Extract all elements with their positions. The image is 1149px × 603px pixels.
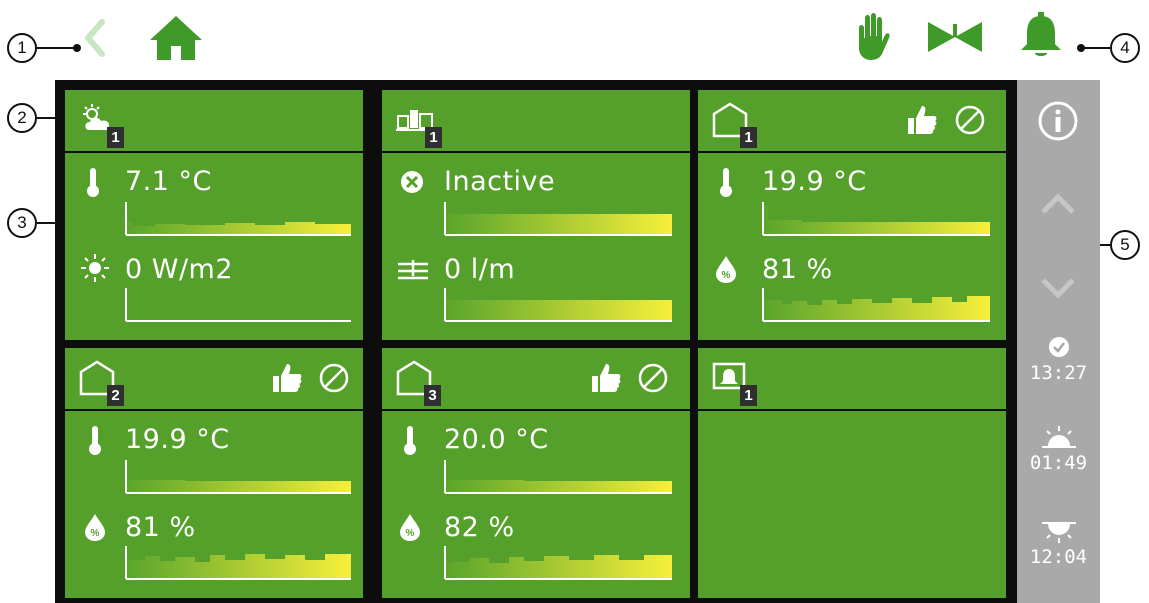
side-panel: 13:27 01:49 12:04 bbox=[1017, 80, 1100, 603]
valve-icon[interactable] bbox=[926, 18, 984, 56]
tile-badge: 1 bbox=[740, 127, 757, 148]
inactive-x-icon bbox=[401, 171, 423, 193]
tile-divider bbox=[65, 151, 363, 153]
humidity-icon: % bbox=[400, 514, 420, 541]
sunset-icon bbox=[1042, 522, 1076, 543]
humidity-value: 81 % bbox=[125, 512, 196, 543]
svg-text:%: % bbox=[91, 528, 100, 539]
humidity-sparkline bbox=[125, 546, 351, 580]
sunrise-icon bbox=[1042, 426, 1076, 448]
tile-header: 2 bbox=[65, 348, 363, 408]
flow-sparkline bbox=[444, 288, 672, 322]
callout-3: 3 bbox=[7, 208, 37, 238]
tile-badge: 3 bbox=[424, 385, 441, 406]
tile-header: 1 bbox=[65, 90, 363, 150]
tile-badge: 2 bbox=[107, 385, 124, 406]
thumbs-up-icon[interactable] bbox=[590, 362, 622, 394]
tile-badge: 1 bbox=[425, 127, 442, 148]
temperature-value: 7.1 °C bbox=[125, 166, 212, 197]
svg-text:%: % bbox=[722, 270, 731, 281]
tile-irrigation[interactable]: 1 Inactive 0 l/m bbox=[382, 90, 690, 340]
temperature-value: 19.9 °C bbox=[762, 166, 867, 197]
thermometer-icon bbox=[89, 426, 101, 455]
svg-text:%: % bbox=[406, 528, 415, 539]
disabled-icon[interactable] bbox=[637, 362, 669, 394]
tile-greenhouse-1[interactable]: 1 19.9 °C % 81 % bbox=[698, 90, 1006, 340]
callout-2: 2 bbox=[7, 103, 37, 133]
tile-header: 3 bbox=[382, 348, 690, 408]
temperature-value: 19.9 °C bbox=[125, 424, 230, 455]
humidity-sparkline bbox=[762, 288, 990, 322]
thermometer-icon bbox=[720, 168, 732, 197]
tile-divider bbox=[382, 151, 690, 153]
radiation-value: 0 W/m2 bbox=[125, 254, 234, 285]
thumbs-up-icon[interactable] bbox=[906, 104, 938, 136]
bell-icon[interactable] bbox=[1016, 10, 1066, 60]
humidity-icon: % bbox=[716, 256, 736, 283]
tile-greenhouse-2[interactable]: 2 19.9 °C % 81 % bbox=[65, 348, 363, 598]
tile-weather[interactable]: 1 7.1 °C 0 W/m2 bbox=[65, 90, 363, 340]
clock-icon bbox=[1049, 337, 1069, 357]
thumbs-up-icon[interactable] bbox=[271, 362, 303, 394]
info-icon[interactable] bbox=[1037, 100, 1079, 142]
thermometer-icon bbox=[404, 426, 416, 455]
hand-icon[interactable] bbox=[852, 12, 890, 62]
flow-value: 0 l/m bbox=[444, 254, 516, 285]
callout-1: 1 bbox=[7, 33, 37, 63]
flow-icon bbox=[398, 260, 428, 280]
chevron-left-icon[interactable] bbox=[80, 18, 110, 58]
tile-divider bbox=[65, 409, 363, 411]
dashboard-frame: 1 7.1 °C 0 W/m2 1 Inactive 0 l/m 1 19.9 … bbox=[55, 80, 1017, 603]
status-sparkline bbox=[444, 202, 672, 236]
home-icon[interactable] bbox=[148, 14, 204, 62]
humidity-value: 82 % bbox=[444, 512, 515, 543]
tile-badge: 1 bbox=[740, 385, 757, 406]
tile-header: 1 bbox=[698, 348, 1006, 408]
temperature-sparkline bbox=[125, 202, 351, 236]
tile-greenhouse-3[interactable]: 3 20.0 °C % 82 % bbox=[382, 348, 690, 598]
tile-divider bbox=[698, 409, 1006, 411]
disabled-icon[interactable] bbox=[954, 104, 986, 136]
chevron-up-icon[interactable] bbox=[1039, 192, 1077, 216]
temperature-value: 20.0 °C bbox=[444, 424, 549, 455]
humidity-sparkline bbox=[444, 546, 672, 580]
thermometer-icon bbox=[87, 168, 99, 197]
tile-header: 1 bbox=[698, 90, 1006, 150]
callout-1-leader bbox=[37, 47, 77, 49]
tile-alarm-screen[interactable]: 1 bbox=[698, 348, 1006, 598]
callout-5: 5 bbox=[1110, 230, 1140, 260]
disabled-icon[interactable] bbox=[318, 362, 350, 394]
temperature-sparkline bbox=[125, 460, 351, 494]
temperature-sparkline bbox=[762, 202, 990, 236]
callout-4-dot bbox=[1077, 44, 1085, 52]
tile-divider bbox=[698, 151, 1006, 153]
sunset-time: 12:04 bbox=[1029, 546, 1088, 568]
temperature-sparkline bbox=[444, 460, 672, 494]
chevron-down-icon[interactable] bbox=[1039, 276, 1077, 300]
radiation-sparkline bbox=[125, 288, 351, 322]
humidity-value: 81 % bbox=[762, 254, 833, 285]
tile-divider bbox=[382, 409, 690, 411]
status-value: Inactive bbox=[444, 166, 556, 197]
tile-header: 1 bbox=[382, 90, 690, 150]
humidity-icon: % bbox=[85, 514, 105, 541]
tile-badge: 1 bbox=[107, 127, 124, 148]
callout-4: 4 bbox=[1110, 33, 1140, 63]
sunrise-time: 01:49 bbox=[1029, 452, 1088, 474]
clock-time: 13:27 bbox=[1029, 362, 1088, 384]
sun-icon bbox=[81, 254, 109, 282]
